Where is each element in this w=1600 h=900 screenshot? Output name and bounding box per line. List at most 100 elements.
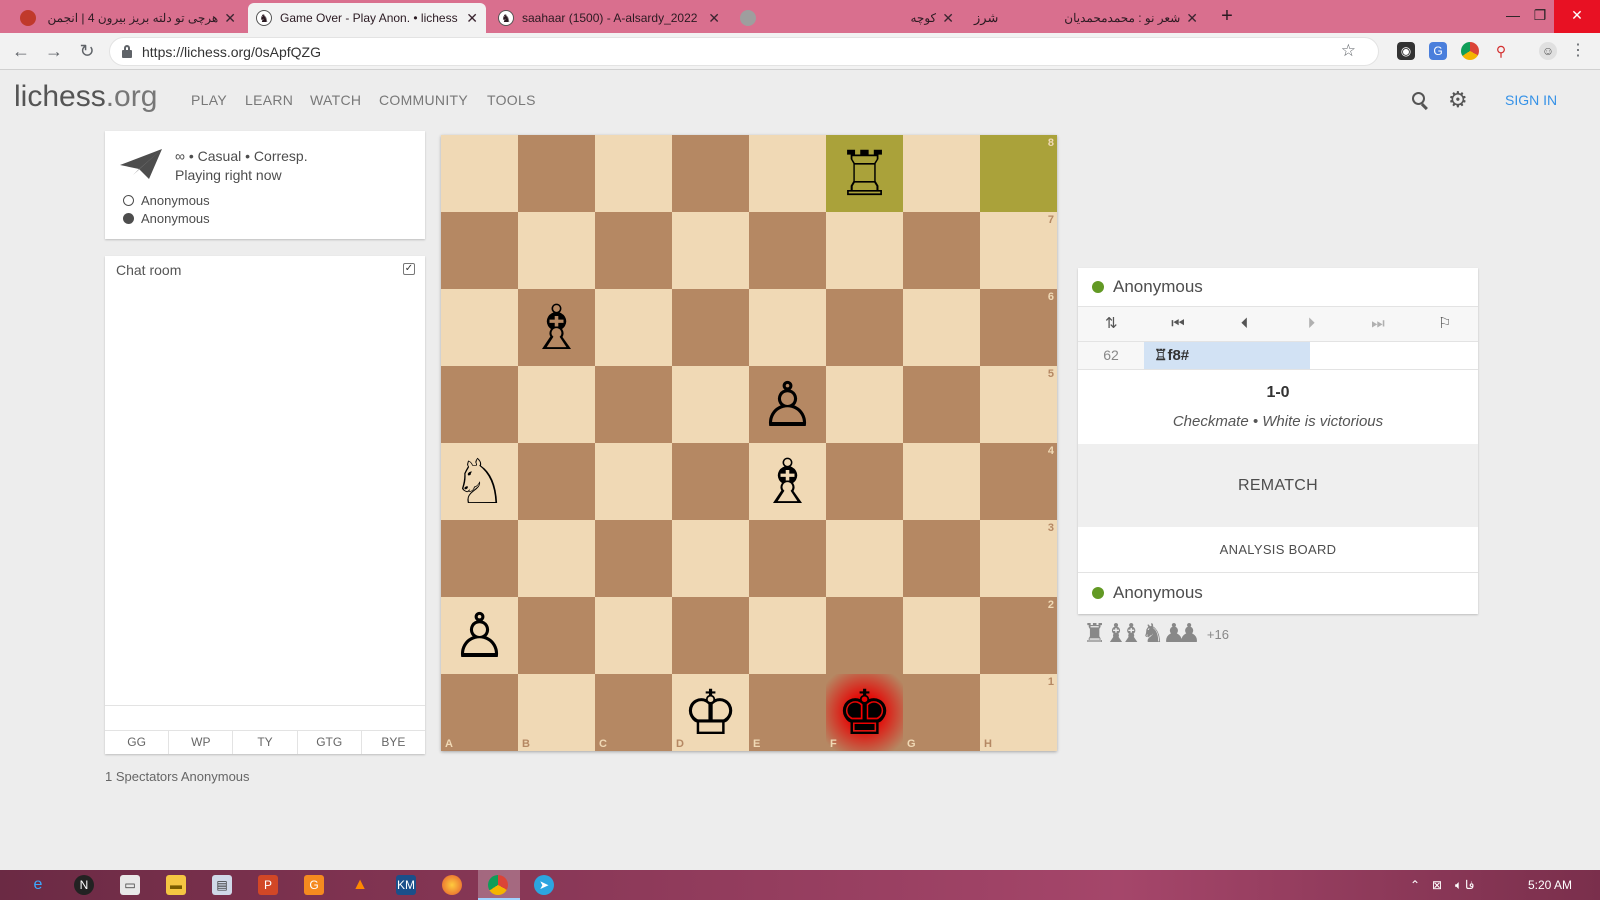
chat-toggle-checkbox[interactable]: ✓ xyxy=(403,263,415,275)
search-icon[interactable] xyxy=(1412,92,1430,111)
square-h6[interactable]: 6 xyxy=(980,289,1057,366)
square-d4[interactable] xyxy=(672,443,749,520)
site-logo[interactable]: lichess.org xyxy=(14,80,157,114)
square-b7[interactable] xyxy=(518,212,595,289)
square-d8[interactable] xyxy=(672,135,749,212)
document-app-icon[interactable]: ▤ xyxy=(212,875,232,895)
profile-avatar-icon[interactable]: ☺ xyxy=(1539,42,1557,60)
browser-tab-active[interactable]: ♞ Game Over - Play Anon. • lichess ✕ xyxy=(248,3,486,33)
language-indicator[interactable]: فا xyxy=(1465,878,1474,892)
nav-play[interactable]: PLAY xyxy=(191,92,227,108)
monitor-app-icon[interactable]: ▭ xyxy=(120,875,140,895)
last-move-icon[interactable]: ⏭ xyxy=(1345,307,1412,341)
player-white[interactable]: Anonymous xyxy=(123,193,210,208)
square-g8[interactable] xyxy=(903,135,980,212)
browser-tab[interactable]: شرز شعر نو : محمدمحمدیان ✕ xyxy=(966,3,1206,33)
square-d3[interactable] xyxy=(672,520,749,597)
square-e4[interactable]: ♗ xyxy=(749,443,826,520)
browser-tab[interactable]: هرچی تو دلته بریز بیرون 4 | انجمن ✕ xyxy=(12,3,244,33)
signal-extension-icon[interactable]: ⚲ xyxy=(1492,42,1510,60)
close-tab-icon[interactable]: ✕ xyxy=(942,10,954,27)
bookmark-star-icon[interactable]: ☆ xyxy=(1341,41,1356,61)
square-d2[interactable] xyxy=(672,597,749,674)
square-d1[interactable]: D ♔ xyxy=(672,674,749,751)
square-b3[interactable] xyxy=(518,520,595,597)
preset-gg[interactable]: GG xyxy=(105,731,170,754)
square-c5[interactable] xyxy=(595,366,672,443)
square-g6[interactable] xyxy=(903,289,980,366)
url-text[interactable]: https://lichess.org/0sApfQZG xyxy=(142,44,321,60)
square-a5[interactable] xyxy=(441,366,518,443)
square-f5[interactable] xyxy=(826,366,903,443)
square-f8[interactable]: ♖ xyxy=(826,135,903,212)
black-king-icon[interactable]: ♚ xyxy=(826,674,903,751)
telegram-icon[interactable]: ➤ xyxy=(534,875,554,895)
square-c7[interactable] xyxy=(595,212,672,289)
chrome-extension-icon[interactable] xyxy=(1461,42,1479,60)
chess-board[interactable]: ♖ 8 7 ♗ 6 ♙ 5 ♘ ♗ 4 3 ♙ 2 A B C D ♔ E F ♚ G 1 H xyxy=(441,135,1057,751)
vlc-icon[interactable]: ▲ xyxy=(350,875,370,895)
square-b4[interactable] xyxy=(518,443,595,520)
sign-in-link[interactable]: SIGN IN xyxy=(1505,92,1557,108)
volume-icon[interactable]: 🔈︎ xyxy=(1455,878,1462,893)
square-a4[interactable]: ♘ xyxy=(441,443,518,520)
nav-watch[interactable]: WATCH xyxy=(310,92,361,108)
flip-board-icon[interactable]: ⇅ xyxy=(1078,307,1145,341)
square-g7[interactable] xyxy=(903,212,980,289)
white-bishop-icon[interactable]: ♗ xyxy=(518,289,595,366)
square-f6[interactable] xyxy=(826,289,903,366)
square-h4[interactable]: 4 xyxy=(980,443,1057,520)
forward-arrow-icon[interactable]: → xyxy=(42,40,66,64)
back-arrow-icon[interactable]: ← xyxy=(9,40,33,64)
square-a7[interactable] xyxy=(441,212,518,289)
first-move-icon[interactable]: ⏮ xyxy=(1145,307,1212,341)
square-b6[interactable]: ♗ xyxy=(518,289,595,366)
square-g5[interactable] xyxy=(903,366,980,443)
square-a2[interactable]: ♙ xyxy=(441,597,518,674)
close-window-icon[interactable]: ✕ xyxy=(1554,0,1600,33)
square-a1[interactable]: A xyxy=(441,674,518,751)
kmplayer-icon[interactable]: KM xyxy=(396,875,416,895)
reload-icon[interactable]: ↻ xyxy=(75,40,99,64)
clipchamp-icon[interactable]: G xyxy=(304,875,324,895)
next-move-icon[interactable]: ⏵ xyxy=(1278,307,1345,341)
chrome-icon[interactable] xyxy=(488,875,508,895)
preset-gtg[interactable]: GTG xyxy=(298,731,362,754)
square-h3[interactable]: 3 xyxy=(980,520,1057,597)
new-tab-icon[interactable]: + xyxy=(1215,5,1239,28)
square-c8[interactable] xyxy=(595,135,672,212)
square-e3[interactable] xyxy=(749,520,826,597)
square-e6[interactable] xyxy=(749,289,826,366)
preset-bye[interactable]: BYE xyxy=(362,731,425,754)
square-h2[interactable]: 2 xyxy=(980,597,1057,674)
prev-move-icon[interactable]: ⏴ xyxy=(1211,307,1278,341)
white-knight-icon[interactable]: ♘ xyxy=(441,443,518,520)
square-e2[interactable] xyxy=(749,597,826,674)
square-c6[interactable] xyxy=(595,289,672,366)
address-bar[interactable]: https://lichess.org/0sApfQZG ☆ xyxy=(109,37,1379,66)
square-g4[interactable] xyxy=(903,443,980,520)
square-h7[interactable]: 7 xyxy=(980,212,1057,289)
gear-icon[interactable]: ⚙ xyxy=(1448,87,1468,113)
square-g1[interactable]: G xyxy=(903,674,980,751)
square-c4[interactable] xyxy=(595,443,672,520)
square-d6[interactable] xyxy=(672,289,749,366)
analysis-board-button[interactable]: ANALYSIS BOARD xyxy=(1078,527,1478,573)
rematch-button[interactable]: REMATCH xyxy=(1078,444,1478,527)
top-player[interactable]: Anonymous xyxy=(1078,268,1478,306)
bottom-player[interactable]: Anonymous xyxy=(1078,574,1478,612)
network-icon[interactable]: ⊠ xyxy=(1432,878,1442,892)
resign-flag-icon[interactable]: ⚐ xyxy=(1411,307,1478,341)
browser-tab[interactable]: کوچه ✕ xyxy=(732,3,962,33)
square-e1[interactable]: E xyxy=(749,674,826,751)
player-black[interactable]: Anonymous xyxy=(123,211,210,226)
white-rook-icon[interactable]: ♖ xyxy=(826,135,903,212)
firefox-icon[interactable] xyxy=(442,875,462,895)
preset-ty[interactable]: TY xyxy=(233,731,298,754)
square-c1[interactable]: C xyxy=(595,674,672,751)
square-d5[interactable] xyxy=(672,366,749,443)
square-f2[interactable] xyxy=(826,597,903,674)
square-d7[interactable] xyxy=(672,212,749,289)
square-f1[interactable]: F ♚ xyxy=(826,674,903,751)
powerpoint-icon[interactable]: P xyxy=(258,875,278,895)
